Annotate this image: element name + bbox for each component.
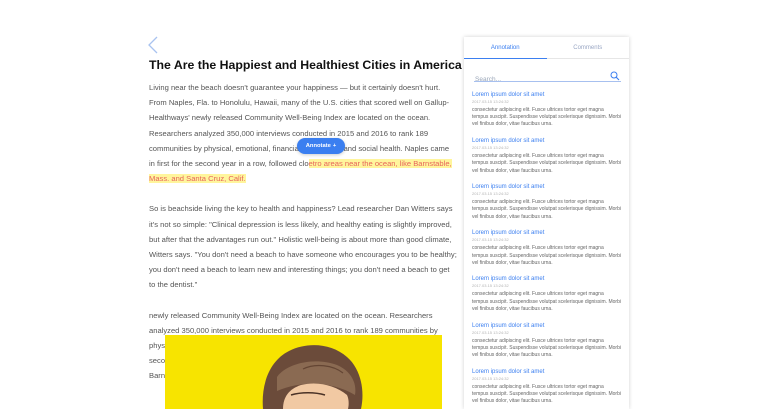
comment-item[interactable]: Lorem ipsum dolor sit amet 2017.03.15 13…	[472, 92, 621, 129]
comment-body: consectetur adipiscing elit. Fusce ultri…	[472, 199, 621, 220]
comment-body: consectetur adipiscing elit. Fusce ultri…	[472, 153, 621, 174]
comment-title[interactable]: Lorem ipsum dolor sit amet	[472, 323, 621, 330]
comment-item[interactable]: Lorem ipsum dolor sit amet 2017.03.15 13…	[472, 138, 621, 175]
comment-item[interactable]: Lorem ipsum dolor sit amet 2017.03.15 13…	[472, 323, 621, 360]
comment-list: Lorem ipsum dolor sit amet 2017.03.15 13…	[472, 92, 621, 405]
comment-item[interactable]: Lorem ipsum dolor sit amet 2017.03.15 13…	[472, 184, 621, 221]
search-icon[interactable]	[610, 68, 620, 81]
comment-body: consectetur adipiscing elit. Fusce ultri…	[472, 107, 621, 128]
comment-timestamp: 2017.03.15 13:24:32	[472, 375, 509, 381]
comment-item[interactable]: Lorem ipsum dolor sit amet 2017.03.15 13…	[472, 369, 621, 406]
comment-title[interactable]: Lorem ipsum dolor sit amet	[472, 92, 621, 99]
comment-timestamp: 2017.03.15 13:24:32	[472, 99, 509, 104]
tab-annotation[interactable]: Annotation	[464, 37, 547, 59]
comment-body: consectetur adipiscing elit. Fusce ultri…	[472, 291, 621, 312]
annotation-sidebar: Annotation Comments Lorem ipsum dolor si…	[464, 37, 629, 409]
comment-timestamp: 2017.03.15 13:24:32	[472, 237, 509, 243]
annotate-button-label: Annotate	[305, 143, 331, 149]
comment-timestamp: 2017.03.15 13:24:32	[472, 145, 509, 151]
plus-icon: +	[332, 143, 337, 149]
comment-body: consectetur adipiscing elit. Fusce ultri…	[472, 245, 621, 266]
comment-timestamp: 2017.03.15 13:24:32	[472, 283, 509, 289]
comment-timestamp: 2017.03.15 13:24:32	[472, 329, 509, 335]
comment-body: consectetur adipiscing elit. Fusce ultri…	[472, 337, 621, 358]
comment-item[interactable]: Lorem ipsum dolor sit amet 2017.03.15 13…	[472, 276, 621, 313]
sidebar-tabs: Annotation Comments	[464, 37, 629, 59]
comment-title[interactable]: Lorem ipsum dolor sit amet	[472, 184, 621, 191]
annotate-button[interactable]: Annotate +	[297, 138, 345, 154]
search-bar	[474, 68, 621, 86]
comment-timestamp: 2017.03.15 13:24:32	[472, 191, 509, 197]
comment-title[interactable]: Lorem ipsum dolor sit amet	[472, 276, 621, 283]
article-hero-image	[165, 335, 442, 409]
back-chevron-icon[interactable]	[146, 36, 160, 54]
article-paragraph-2: So is beachside living the key to health…	[149, 204, 457, 290]
comment-title[interactable]: Lorem ipsum dolor sit amet	[472, 369, 621, 376]
article-title: The Are the Happiest and Healthiest Citi…	[149, 58, 462, 72]
comment-item[interactable]: Lorem ipsum dolor sit amet 2017.03.15 13…	[472, 230, 621, 267]
comment-body: consectetur adipiscing elit. Fusce ultri…	[472, 383, 621, 405]
article-paragraph-1: Living near the beach doesn't guarantee …	[149, 80, 457, 186]
paragraph-1-text: Living near the beach doesn't guarantee …	[149, 83, 450, 169]
comment-title[interactable]: Lorem ipsum dolor sit amet	[472, 138, 621, 145]
tab-comments[interactable]: Comments	[547, 37, 630, 58]
search-input[interactable]	[474, 73, 621, 86]
comment-title[interactable]: Lorem ipsum dolor sit amet	[472, 230, 621, 237]
